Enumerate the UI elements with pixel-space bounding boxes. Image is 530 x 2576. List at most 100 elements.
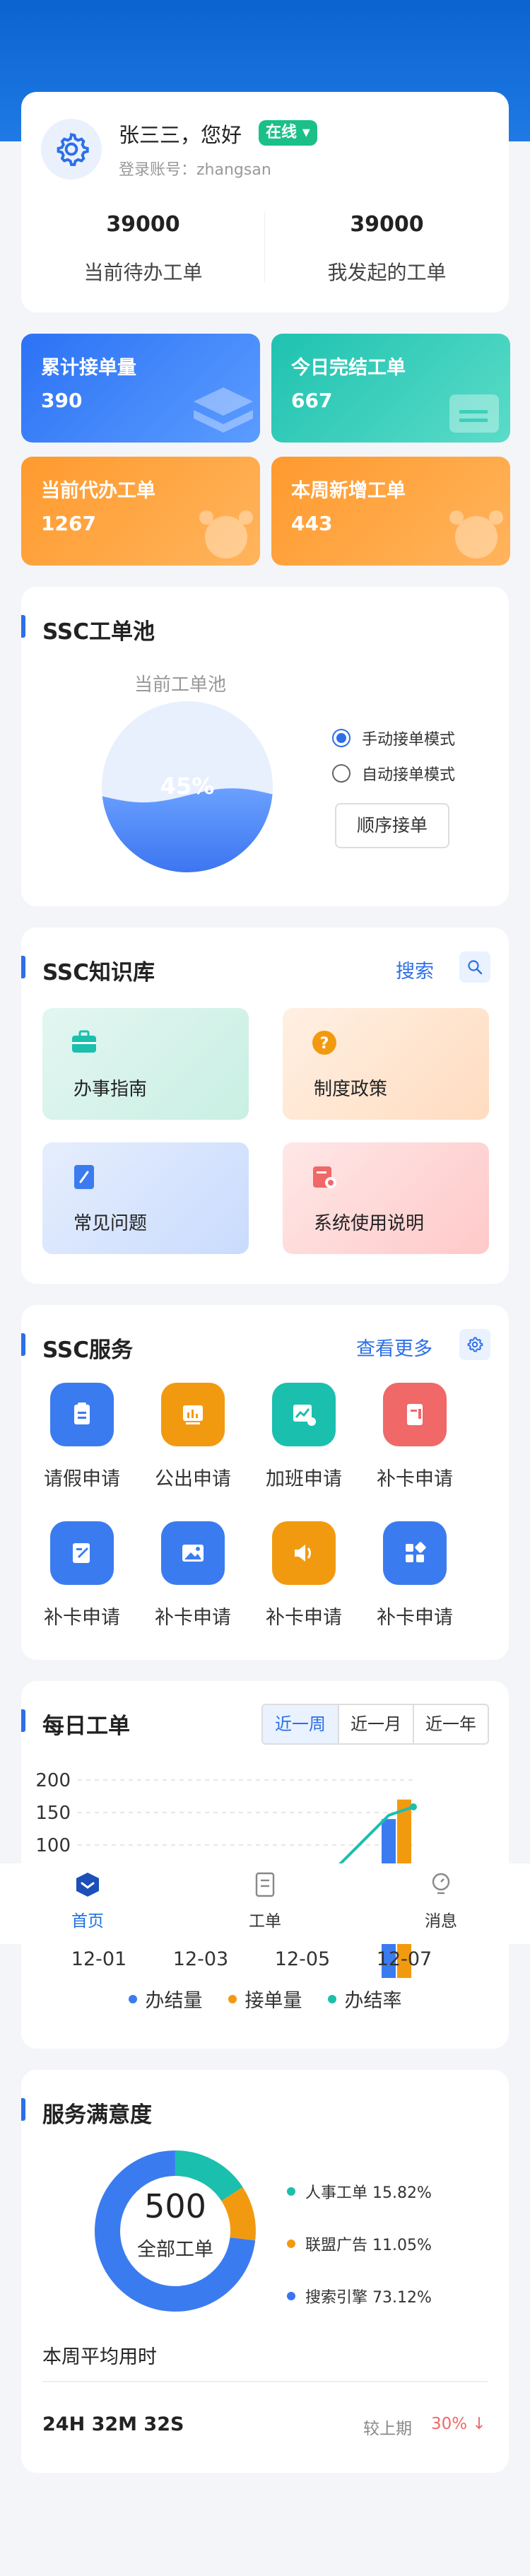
section-title: SSC服务	[42, 1337, 134, 1363]
search-button[interactable]	[459, 952, 490, 983]
knowledge-faq[interactable]: 常见问题	[42, 1142, 249, 1254]
tab-year[interactable]: 近一年	[413, 1705, 488, 1743]
service-label: 补卡申请	[266, 1607, 342, 1629]
y-tick-label: 150	[35, 1803, 71, 1824]
tile-title: 累计接单量	[41, 357, 136, 379]
legend-item: 人事工单 15.82%	[287, 2180, 432, 2203]
service-label: 请假申请	[44, 1468, 120, 1490]
document-icon	[255, 1872, 275, 1897]
account-id: 登录账号：zhangsan	[119, 161, 271, 179]
knowledge-card: SSC知识库 搜索 办事指南 ? 制度政策 常见问题 系统使用说明	[21, 927, 509, 1284]
layers-icon	[194, 387, 253, 433]
tile-value: 443	[291, 512, 333, 535]
service-item[interactable]: 补卡申请	[358, 1383, 471, 1491]
pool-percent: 45%	[160, 773, 215, 800]
service-label: 加班申请	[266, 1468, 342, 1490]
option-label: 手动接单模式	[362, 731, 456, 749]
mode-manual-option[interactable]: 手动接单模式	[332, 727, 455, 749]
tile-total-accepted[interactable]: 累计接单量 390	[21, 334, 260, 443]
y-tick-label: 200	[35, 1770, 71, 1791]
online-status-badge[interactable]: 在线 ▾	[259, 120, 317, 146]
period-tabs: 近一周 近一月 近一年	[261, 1704, 489, 1745]
service-icon-box	[50, 1383, 114, 1446]
legend-label: 联盟广告 11.05%	[305, 2237, 432, 2254]
knowledge-guide[interactable]: 办事指南	[42, 1008, 249, 1120]
service-icon-box	[272, 1383, 336, 1446]
service-label: 公出申请	[155, 1468, 231, 1490]
briefcase-icon	[72, 1030, 96, 1053]
legend-dot	[287, 2187, 295, 2196]
pending-label[interactable]: 当前待办工单	[21, 257, 265, 286]
initiated-count: 39000	[350, 212, 424, 237]
tab-label: 消息	[425, 1912, 457, 1931]
service-label: 补卡申请	[155, 1607, 231, 1629]
radio-unselected[interactable]	[332, 764, 351, 783]
services-card: SSC服务 查看更多 请假申请 公出申请 加班申请 补卡申请 补卡申请 补卡申请 补卡申请补…	[21, 1305, 509, 1660]
tile-today-completed[interactable]: 今日完结工单 667	[271, 334, 510, 443]
section-title: 每日工单	[42, 1714, 130, 1739]
radio-selected[interactable]	[332, 729, 351, 747]
tab-week[interactable]: 近一周	[263, 1705, 338, 1743]
avg-time-value: 24H 32M 32S	[42, 2413, 184, 2435]
service-settings-button[interactable]	[459, 1329, 490, 1360]
service-item[interactable]: 补卡申请	[358, 1521, 471, 1629]
service-label: 补卡申请	[44, 1607, 120, 1629]
edit-icon	[73, 1543, 90, 1563]
search-link[interactable]: 搜索	[396, 956, 434, 983]
section-title: SSC知识库	[42, 960, 155, 985]
service-item[interactable]: 补卡申请	[25, 1521, 139, 1629]
mode-auto-option[interactable]: 自动接单模式	[332, 762, 455, 785]
tile-title: 当前代办工单	[41, 480, 155, 502]
service-item[interactable]: 公出申请	[136, 1383, 249, 1491]
service-icon-box	[161, 1521, 225, 1585]
tile-current-proxy[interactable]: 当前代办工单 1267	[21, 457, 260, 566]
pool-chart-label: 当前工单池	[134, 674, 227, 696]
legend-dot	[327, 1994, 336, 2003]
home-cube-icon	[76, 1873, 99, 1897]
tab-label: 工单	[249, 1912, 281, 1931]
compare-label: 较上期	[363, 2420, 412, 2438]
x-tick-label: 12-07	[376, 1948, 432, 1970]
notebook-icon	[74, 1165, 94, 1189]
tab-home[interactable]: 首页	[31, 1870, 144, 1931]
view-more-link[interactable]: 查看更多	[356, 1333, 432, 1361]
service-icon-box	[383, 1521, 447, 1585]
liquid-wave	[102, 788, 273, 872]
knowledge-policy[interactable]: ? 制度政策	[283, 1008, 489, 1120]
legend-item: 搜索引擎 73.12%	[287, 2285, 432, 2307]
avg-time-label: 本周平均用时	[42, 2346, 157, 2368]
legend-label: 人事工单 15.82%	[305, 2184, 432, 2202]
service-item[interactable]: 补卡申请	[136, 1521, 249, 1629]
tile-title: 今日完结工单	[291, 357, 406, 379]
folder-icon	[449, 394, 499, 433]
initiated-label[interactable]: 我发起的工单	[265, 257, 509, 286]
tab-month[interactable]: 近一月	[338, 1705, 413, 1743]
service-icon-box	[161, 1383, 225, 1446]
tab-orders[interactable]: 工单	[208, 1870, 322, 1931]
tab-messages[interactable]: 消息	[384, 1870, 497, 1931]
tile-weekly-new[interactable]: 本周新增工单 443	[271, 457, 510, 566]
liquid-fill-gauge: 45%	[102, 701, 273, 872]
search-icon	[468, 960, 483, 975]
service-icon-box	[272, 1521, 336, 1585]
knowledge-label: 制度政策	[314, 1079, 388, 1100]
sequential-accept-button[interactable]: 顺序接单	[335, 803, 449, 848]
online-label: 在线	[266, 124, 298, 141]
service-item[interactable]: 加班申请	[247, 1383, 360, 1491]
x-tick-label: 12-03	[172, 1948, 229, 1970]
alarm-clock-icon	[449, 510, 503, 558]
option-label: 自动接单模式	[362, 766, 456, 784]
legend-item: 联盟广告 11.05%	[287, 2232, 432, 2255]
knowledge-manual[interactable]: 系统使用说明	[283, 1142, 489, 1254]
legend-item: 办结率	[327, 1985, 402, 2013]
service-item[interactable]: 补卡申请	[247, 1521, 360, 1629]
legend-dot	[287, 2292, 295, 2300]
trend-coins-icon	[293, 1405, 316, 1426]
compare-value: 30% ↓	[431, 2415, 486, 2433]
alarm-clock-icon	[199, 510, 253, 558]
service-item[interactable]: 请假申请	[25, 1383, 139, 1491]
settings-avatar[interactable]	[41, 119, 102, 180]
section-marker	[21, 1333, 25, 1356]
divider	[42, 2381, 488, 2382]
section-title: 服务满意度	[42, 2102, 152, 2128]
